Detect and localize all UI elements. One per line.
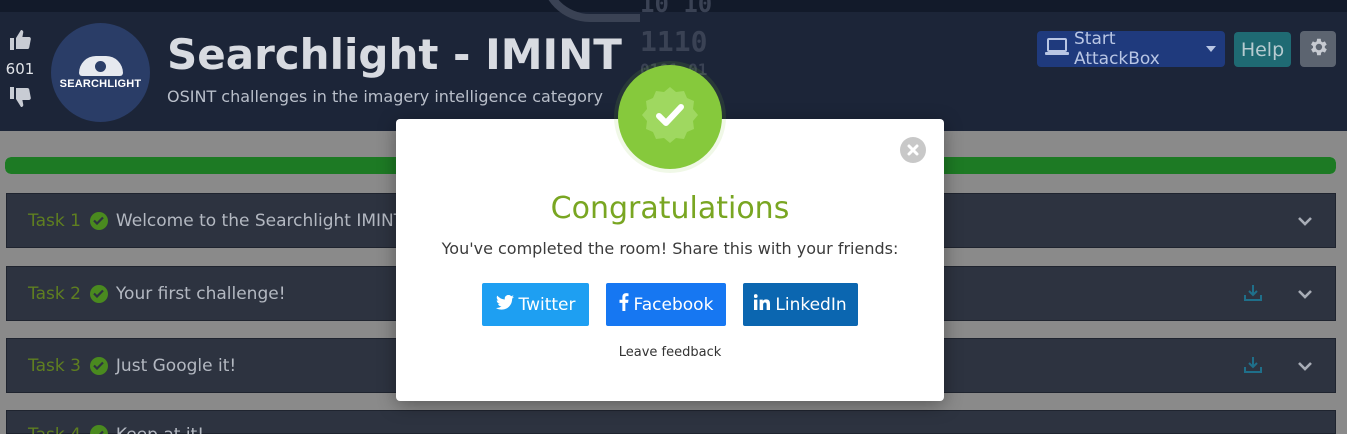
check-icon (89, 211, 108, 230)
chevron-down-icon[interactable] (1297, 212, 1313, 231)
room-logo: SEARCHLIGHT (51, 23, 150, 122)
laptop-icon (1045, 37, 1074, 61)
task-number: Task 2 (28, 283, 81, 304)
share-linkedin-label: LinkedIn (775, 294, 847, 315)
binary-line-2: 1110 (640, 25, 708, 58)
check-icon (89, 356, 108, 375)
share-twitter-label: Twitter (518, 294, 576, 315)
task-title: Just Google it! (115, 355, 237, 376)
task-title: Keep at it! (116, 425, 204, 434)
success-badge (618, 65, 722, 169)
vote-widget: 601 (4, 28, 36, 109)
searchlight-eye-icon (78, 55, 123, 76)
close-button[interactable] (900, 137, 926, 163)
chevron-down-icon[interactable] (1297, 357, 1313, 376)
room-logo-text: SEARCHLIGHT (59, 77, 142, 90)
room-title: Searchlight - IMINT (167, 30, 622, 79)
task-number: Task 3 (28, 355, 81, 376)
task-number: Task 1 (28, 210, 81, 231)
share-twitter-button[interactable]: Twitter (482, 283, 589, 326)
start-attackbox-button[interactable]: Start AttackBox (1037, 29, 1225, 69)
modal-message: You've completed the room! Share this wi… (441, 239, 899, 258)
check-icon (89, 425, 108, 434)
task-title: Your first challenge! (115, 283, 286, 304)
task-number: Task 4 (28, 425, 81, 434)
close-icon (907, 141, 919, 160)
facebook-icon (619, 293, 634, 316)
help-button[interactable]: Help (1234, 32, 1291, 67)
vote-count: 601 (5, 60, 35, 78)
gear-icon (1307, 36, 1329, 62)
download-icon[interactable] (1243, 355, 1263, 379)
chevron-down-icon (1206, 46, 1216, 52)
share-facebook-label: Facebook (633, 294, 714, 315)
check-icon (89, 284, 108, 303)
twitter-icon (495, 294, 519, 315)
settings-button[interactable] (1300, 31, 1336, 67)
room-subtitle: OSINT challenges in the imagery intellig… (167, 87, 603, 106)
leave-feedback-link[interactable]: Leave feedback (396, 345, 944, 360)
share-facebook-button[interactable]: Facebook (606, 283, 726, 326)
linkedin-icon (754, 294, 775, 315)
chevron-down-icon[interactable] (1297, 285, 1313, 304)
modal-title: Congratulations (550, 191, 790, 226)
thumbs-down-icon[interactable] (4, 85, 36, 109)
badge-check-icon (638, 83, 702, 151)
start-attackbox-label: Start AttackBox (1074, 29, 1160, 69)
task-row[interactable]: Task 4 Keep at it! (6, 410, 1336, 434)
binary-line-1: 10 10 (640, 0, 713, 18)
thumbs-up-icon[interactable] (4, 28, 36, 52)
download-icon[interactable] (1243, 283, 1263, 307)
task-title: Welcome to the Searchlight IMINT r (115, 210, 417, 231)
share-linkedin-button[interactable]: LinkedIn (743, 283, 858, 326)
